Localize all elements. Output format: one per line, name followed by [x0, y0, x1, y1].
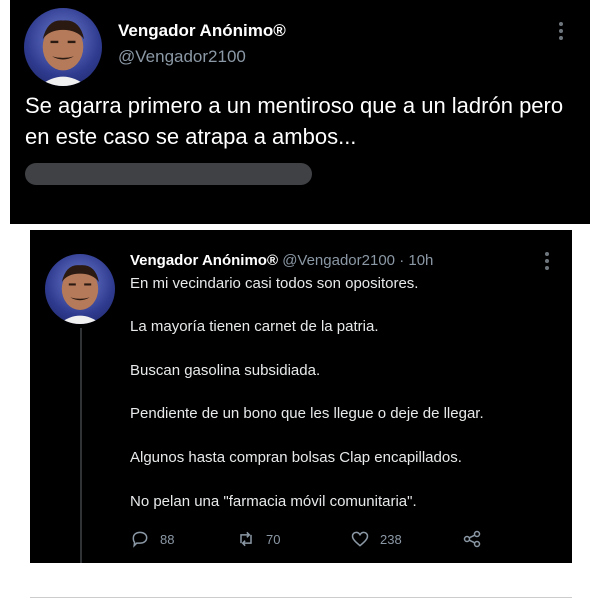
bottom-tweet-card: Vengador Anónimo® @Vengador2100 · 10h En… — [30, 230, 572, 563]
more-dots-icon[interactable] — [558, 22, 564, 42]
avatar-portrait-icon — [59, 265, 101, 324]
retweet-count: 70 — [266, 531, 281, 547]
reply-button[interactable]: 88 — [130, 528, 174, 550]
tweet-line: Pendiente de un bono que les llegue o de… — [130, 405, 484, 422]
heart-icon — [351, 531, 369, 547]
author-handle[interactable]: @Vengador2100 — [118, 47, 246, 67]
more-dots-icon[interactable] — [544, 252, 550, 272]
share-icon — [463, 530, 481, 548]
author-name[interactable]: Vengador Anónimo® — [130, 252, 278, 269]
share-button[interactable] — [462, 528, 492, 550]
retweet-icon — [240, 531, 252, 547]
tweet-line: La mayoría tienen carnet de la patria. — [130, 318, 379, 335]
thread-line — [80, 328, 82, 563]
tweet-line: No pelan una "farmacia móvil comunitaria… — [130, 493, 417, 510]
like-button[interactable]: 238 — [350, 528, 402, 550]
tweet-header: Vengador Anónimo® @Vengador2100 · 10h — [130, 252, 433, 269]
retweet-button[interactable]: 70 — [236, 528, 280, 550]
tweet-line: Buscan gasolina subsidiada. — [130, 362, 321, 379]
tweet-line: Algunos hasta compran bolsas Clap encapi… — [130, 449, 462, 466]
like-count: 238 — [380, 531, 402, 547]
header-separator: · — [399, 252, 405, 269]
redacted-bar — [25, 163, 312, 185]
reply-count: 88 — [160, 531, 175, 547]
avatar-portrait-icon — [39, 20, 87, 86]
top-tweet-card: Vengador Anónimo® @Vengador2100 Se agarr… — [10, 0, 590, 224]
tweet-line: En mi vecindario casi todos son opositor… — [130, 275, 419, 292]
author-name[interactable]: Vengador Anónimo® — [118, 21, 286, 41]
page-divider — [30, 597, 572, 598]
author-handle[interactable]: @Vengador2100 — [282, 252, 395, 269]
tweet-time[interactable]: 10h — [408, 252, 433, 269]
tweet-text: Se agarra primero a un mentiroso que a u… — [25, 93, 564, 149]
author-avatar[interactable] — [45, 254, 115, 324]
author-avatar[interactable] — [24, 8, 102, 86]
reply-bubble-icon — [132, 531, 148, 548]
